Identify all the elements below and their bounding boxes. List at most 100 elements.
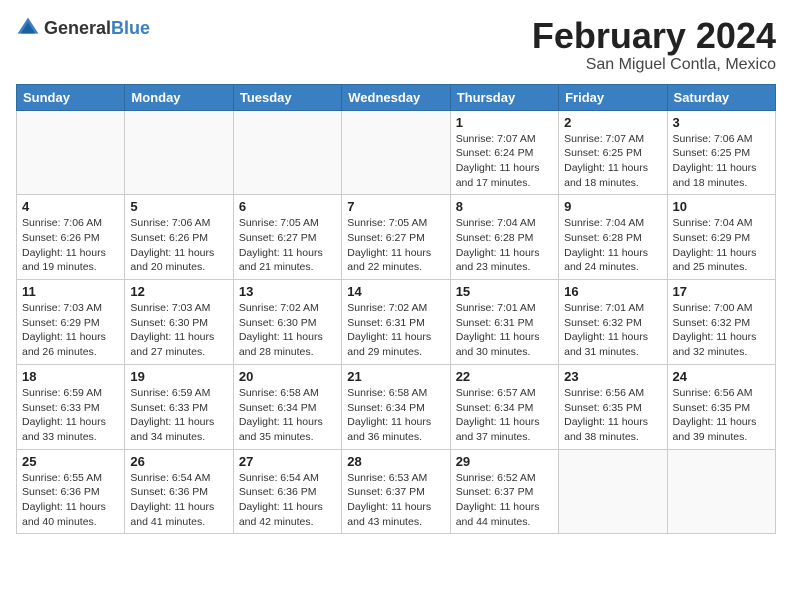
day-number: 2 bbox=[564, 115, 661, 130]
calendar-cell: 19Sunrise: 6:59 AM Sunset: 6:33 PM Dayli… bbox=[125, 364, 233, 449]
weekday-header-monday: Monday bbox=[125, 84, 233, 110]
calendar-header: SundayMondayTuesdayWednesdayThursdayFrid… bbox=[17, 84, 776, 110]
calendar-cell bbox=[125, 110, 233, 195]
calendar-cell bbox=[17, 110, 125, 195]
day-info: Sunrise: 7:04 AM Sunset: 6:29 PM Dayligh… bbox=[673, 216, 770, 275]
calendar-cell: 21 Sunrise: 6:58 AM Sunset: 6:34 PM Dayli… bbox=[342, 364, 450, 449]
day-number: 23 bbox=[564, 369, 661, 384]
day-number: 24 bbox=[673, 369, 770, 384]
weekday-header-thursday: Thursday bbox=[450, 84, 558, 110]
day-info: Sunrise: 6:59 AM Sunset: 6:33 PM Dayligh… bbox=[22, 386, 119, 445]
calendar-cell: 16Sunrise: 7:01 AM Sunset: 6:32 PM Dayli… bbox=[559, 280, 667, 365]
calendar-cell: 11 Sunrise: 7:03 AM Sunset: 6:29 PM Dayli… bbox=[17, 280, 125, 365]
logo-icon bbox=[16, 16, 40, 40]
calendar-cell: 15 Sunrise: 7:01 AM Sunset: 6:31 PM Dayli… bbox=[450, 280, 558, 365]
calendar-cell: 28Sunrise: 6:53 AM Sunset: 6:37 PM Dayli… bbox=[342, 449, 450, 534]
day-number: 22 bbox=[456, 369, 553, 384]
calendar-table: SundayMondayTuesdayWednesdayThursdayFrid… bbox=[16, 84, 776, 535]
calendar-week-1: 1 Sunrise: 7:07 AM Sunset: 6:24 PM Daylig… bbox=[17, 110, 776, 195]
weekday-header-wednesday: Wednesday bbox=[342, 84, 450, 110]
location-title: San Miguel Contla, Mexico bbox=[532, 56, 776, 74]
day-info: Sunrise: 7:05 AM Sunset: 6:27 PM Dayligh… bbox=[239, 216, 336, 275]
day-info: Sunrise: 7:06 AM Sunset: 6:26 PM Dayligh… bbox=[22, 216, 119, 275]
day-info: Sunrise: 7:02 AM Sunset: 6:31 PM Dayligh… bbox=[347, 301, 444, 360]
day-number: 3 bbox=[673, 115, 770, 130]
day-number: 28 bbox=[347, 454, 444, 469]
weekday-header-tuesday: Tuesday bbox=[233, 84, 341, 110]
month-title: February 2024 bbox=[532, 16, 776, 56]
calendar-cell: 13 Sunrise: 7:02 AM Sunset: 6:30 PM Dayli… bbox=[233, 280, 341, 365]
calendar-cell: 22 Sunrise: 6:57 AM Sunset: 6:34 PM Dayli… bbox=[450, 364, 558, 449]
weekday-header-friday: Friday bbox=[559, 84, 667, 110]
calendar-week-2: 4 Sunrise: 7:06 AM Sunset: 6:26 PM Daylig… bbox=[17, 195, 776, 280]
calendar-cell: 18 Sunrise: 6:59 AM Sunset: 6:33 PM Dayli… bbox=[17, 364, 125, 449]
day-number: 18 bbox=[22, 369, 119, 384]
day-number: 29 bbox=[456, 454, 553, 469]
day-info: Sunrise: 7:00 AM Sunset: 6:32 PM Dayligh… bbox=[673, 301, 770, 360]
day-number: 15 bbox=[456, 284, 553, 299]
day-number: 6 bbox=[239, 199, 336, 214]
calendar-cell: 1 Sunrise: 7:07 AM Sunset: 6:24 PM Daylig… bbox=[450, 110, 558, 195]
day-info: Sunrise: 7:06 AM Sunset: 6:25 PM Dayligh… bbox=[673, 132, 770, 191]
calendar-week-5: 25 Sunrise: 6:55 AM Sunset: 6:36 PM Dayli… bbox=[17, 449, 776, 534]
calendar-cell: 24 Sunrise: 6:56 AM Sunset: 6:35 PM Dayli… bbox=[667, 364, 775, 449]
calendar-cell: 27 Sunrise: 6:54 AM Sunset: 6:36 PM Dayli… bbox=[233, 449, 341, 534]
day-info: Sunrise: 6:58 AM Sunset: 6:34 PM Dayligh… bbox=[347, 386, 444, 445]
calendar-cell: 25 Sunrise: 6:55 AM Sunset: 6:36 PM Dayli… bbox=[17, 449, 125, 534]
day-info: Sunrise: 7:07 AM Sunset: 6:25 PM Dayligh… bbox=[564, 132, 661, 191]
calendar-cell: 20 Sunrise: 6:58 AM Sunset: 6:34 PM Dayli… bbox=[233, 364, 341, 449]
calendar-week-4: 18 Sunrise: 6:59 AM Sunset: 6:33 PM Dayli… bbox=[17, 364, 776, 449]
calendar-cell: 6 Sunrise: 7:05 AM Sunset: 6:27 PM Daylig… bbox=[233, 195, 341, 280]
day-number: 9 bbox=[564, 199, 661, 214]
weekday-header-saturday: Saturday bbox=[667, 84, 775, 110]
day-number: 20 bbox=[239, 369, 336, 384]
day-info: Sunrise: 6:59 AM Sunset: 6:33 PM Dayligh… bbox=[130, 386, 227, 445]
day-number: 26 bbox=[130, 454, 227, 469]
page-header: GeneralBlue February 2024 San Miguel Con… bbox=[16, 16, 776, 74]
day-number: 11 bbox=[22, 284, 119, 299]
weekday-header-sunday: Sunday bbox=[17, 84, 125, 110]
calendar-cell: 3 Sunrise: 7:06 AM Sunset: 6:25 PM Daylig… bbox=[667, 110, 775, 195]
calendar-cell: 4 Sunrise: 7:06 AM Sunset: 6:26 PM Daylig… bbox=[17, 195, 125, 280]
logo-text: GeneralBlue bbox=[44, 18, 150, 39]
day-number: 14 bbox=[347, 284, 444, 299]
day-info: Sunrise: 7:04 AM Sunset: 6:28 PM Dayligh… bbox=[456, 216, 553, 275]
day-number: 13 bbox=[239, 284, 336, 299]
day-number: 10 bbox=[673, 199, 770, 214]
day-number: 12 bbox=[130, 284, 227, 299]
day-info: Sunrise: 7:03 AM Sunset: 6:30 PM Dayligh… bbox=[130, 301, 227, 360]
calendar-cell: 9 Sunrise: 7:04 AM Sunset: 6:28 PM Daylig… bbox=[559, 195, 667, 280]
day-info: Sunrise: 7:01 AM Sunset: 6:31 PM Dayligh… bbox=[456, 301, 553, 360]
day-info: Sunrise: 7:02 AM Sunset: 6:30 PM Dayligh… bbox=[239, 301, 336, 360]
day-info: Sunrise: 7:03 AM Sunset: 6:29 PM Dayligh… bbox=[22, 301, 119, 360]
calendar-cell: 17 Sunrise: 7:00 AM Sunset: 6:32 PM Dayli… bbox=[667, 280, 775, 365]
day-info: Sunrise: 6:56 AM Sunset: 6:35 PM Dayligh… bbox=[673, 386, 770, 445]
day-info: Sunrise: 7:05 AM Sunset: 6:27 PM Dayligh… bbox=[347, 216, 444, 275]
calendar-cell: 29Sunrise: 6:52 AM Sunset: 6:37 PM Dayli… bbox=[450, 449, 558, 534]
calendar-week-3: 11 Sunrise: 7:03 AM Sunset: 6:29 PM Dayli… bbox=[17, 280, 776, 365]
day-number: 21 bbox=[347, 369, 444, 384]
day-info: Sunrise: 7:06 AM Sunset: 6:26 PM Dayligh… bbox=[130, 216, 227, 275]
logo-blue: Blue bbox=[111, 18, 150, 38]
day-info: Sunrise: 6:54 AM Sunset: 6:36 PM Dayligh… bbox=[239, 471, 336, 530]
day-number: 1 bbox=[456, 115, 553, 130]
day-info: Sunrise: 7:07 AM Sunset: 6:24 PM Dayligh… bbox=[456, 132, 553, 191]
day-info: Sunrise: 6:55 AM Sunset: 6:36 PM Dayligh… bbox=[22, 471, 119, 530]
day-number: 4 bbox=[22, 199, 119, 214]
day-info: Sunrise: 7:04 AM Sunset: 6:28 PM Dayligh… bbox=[564, 216, 661, 275]
day-info: Sunrise: 6:57 AM Sunset: 6:34 PM Dayligh… bbox=[456, 386, 553, 445]
calendar-cell bbox=[233, 110, 341, 195]
title-block: February 2024 San Miguel Contla, Mexico bbox=[532, 16, 776, 74]
calendar-cell: 2 Sunrise: 7:07 AM Sunset: 6:25 PM Daylig… bbox=[559, 110, 667, 195]
day-number: 8 bbox=[456, 199, 553, 214]
day-number: 17 bbox=[673, 284, 770, 299]
calendar-cell bbox=[342, 110, 450, 195]
calendar-cell: 14 Sunrise: 7:02 AM Sunset: 6:31 PM Dayli… bbox=[342, 280, 450, 365]
day-number: 25 bbox=[22, 454, 119, 469]
day-number: 27 bbox=[239, 454, 336, 469]
day-info: Sunrise: 6:56 AM Sunset: 6:35 PM Dayligh… bbox=[564, 386, 661, 445]
day-info: Sunrise: 7:01 AM Sunset: 6:32 PM Dayligh… bbox=[564, 301, 661, 360]
weekday-row: SundayMondayTuesdayWednesdayThursdayFrid… bbox=[17, 84, 776, 110]
day-number: 7 bbox=[347, 199, 444, 214]
day-info: Sunrise: 6:58 AM Sunset: 6:34 PM Dayligh… bbox=[239, 386, 336, 445]
